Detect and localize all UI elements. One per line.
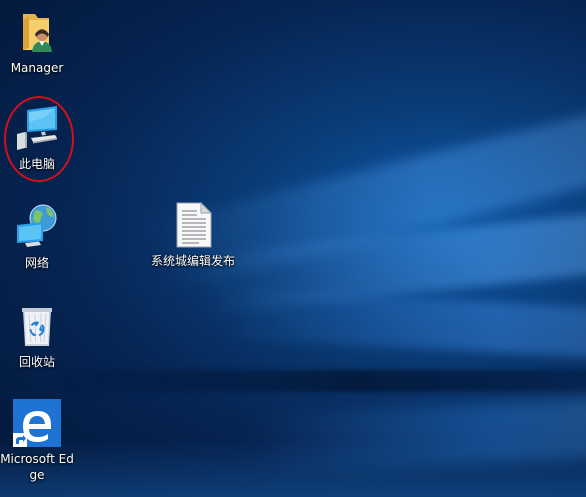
desktop-icon-label: Microsoft Edge xyxy=(0,452,74,482)
desktop-icon-label: 回收站 xyxy=(18,355,55,369)
desktop[interactable]: Manager 此电脑 网络 回收站 Microsoft Edge 系统城编辑发… xyxy=(0,0,586,497)
recycle-bin-icon xyxy=(22,308,52,346)
this-pc-icon xyxy=(17,106,57,150)
edge-icon xyxy=(13,399,61,447)
desktop-icon-label: 此电脑 xyxy=(18,157,55,171)
wallpaper-shadow-band xyxy=(60,370,586,392)
desktop-icon-label: Manager xyxy=(10,61,64,75)
desktop-icon-label: 网络 xyxy=(24,256,49,270)
network-icon xyxy=(17,204,57,247)
wallpaper-glow xyxy=(0,440,586,497)
text-document-icon xyxy=(176,201,213,248)
desktop-icon-text-document[interactable]: 系统城编辑发布 xyxy=(150,201,236,269)
wallpaper-light-beam xyxy=(219,287,586,363)
desktop-icon-this-pc[interactable]: 此电脑 xyxy=(0,104,75,172)
desktop-icon-network[interactable]: 网络 xyxy=(0,203,75,271)
desktop-icon-label: 系统城编辑发布 xyxy=(150,254,235,268)
desktop-icon-manager[interactable]: Manager xyxy=(0,8,75,76)
desktop-icon-microsoft-edge[interactable]: Microsoft Edge xyxy=(0,399,75,483)
wallpaper-light-beam xyxy=(198,205,586,315)
desktop-icon-recycle-bin[interactable]: 回收站 xyxy=(0,302,75,370)
folder-user-icon xyxy=(23,14,52,52)
